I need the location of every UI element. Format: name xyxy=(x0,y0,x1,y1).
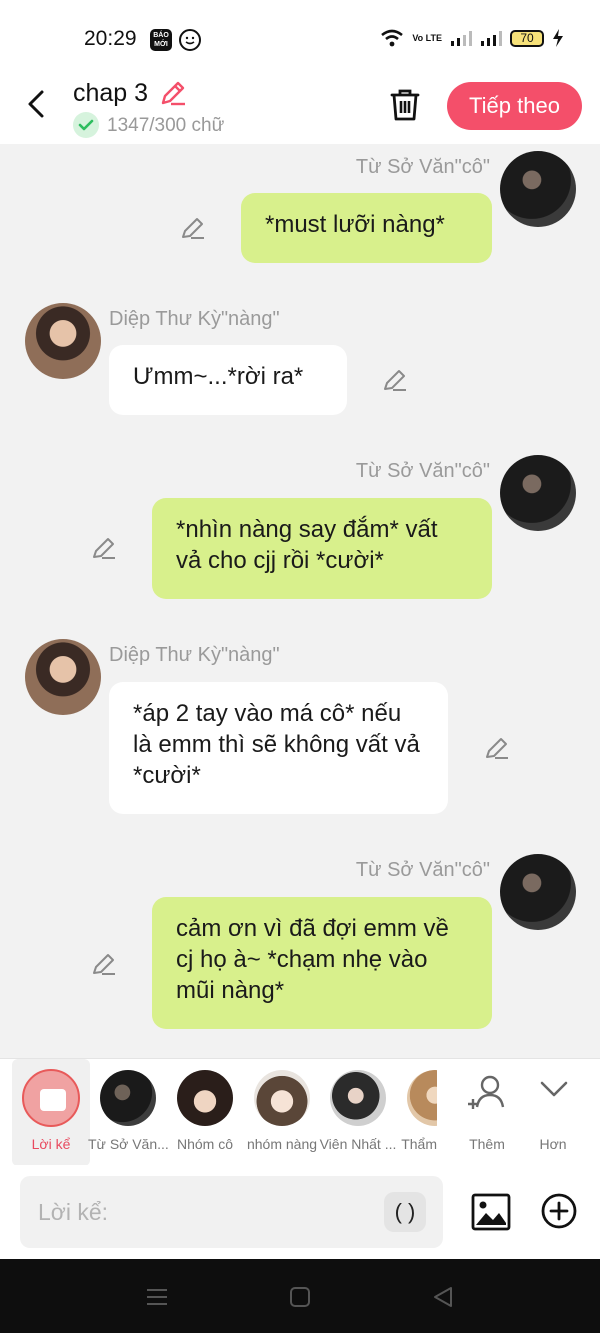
trash-icon xyxy=(390,89,420,121)
character-nhom-nang[interactable]: nhóm nàng xyxy=(242,1059,322,1166)
character-avatar xyxy=(100,1070,156,1126)
message-bubble[interactable]: cảm ơn vì đã đợi emm về cj họ à~ *chạm n… xyxy=(152,897,492,1029)
character-label: Viên Nhất ... xyxy=(319,1136,397,1152)
less-label: Hơn xyxy=(539,1136,567,1152)
character-tham[interactable]: Thẩm xyxy=(393,1059,437,1166)
status-icons: Vo LTE 70 xyxy=(380,28,564,48)
insert-image-button[interactable] xyxy=(471,1192,511,1232)
charging-icon xyxy=(553,29,563,47)
baomoi-app-icon: BÁO MỚI xyxy=(150,29,172,51)
pencil-icon xyxy=(486,738,508,759)
avatar-tu-so-van[interactable] xyxy=(500,854,576,930)
avatar-tu-so-van[interactable] xyxy=(500,151,576,227)
message-bubble[interactable]: *áp 2 tay vào má cô* nếu là emm thì sẽ k… xyxy=(109,682,448,814)
smile-notification-icon xyxy=(179,29,201,51)
character-label: Lời kể xyxy=(31,1136,71,1152)
nav-home-button[interactable] xyxy=(288,1285,312,1309)
character-vien-nhat[interactable]: Viên Nhất ... xyxy=(318,1059,398,1166)
pencil-icon xyxy=(93,538,115,559)
character-avatar xyxy=(177,1070,233,1126)
pencil-icon xyxy=(182,218,204,239)
message-sender: Diệp Thư Kỳ"nàng" xyxy=(109,644,280,666)
message-sender: Từ Sở Văn"cô" xyxy=(355,859,490,881)
character-label: Từ Sở Văn... xyxy=(88,1136,168,1152)
delete-button[interactable] xyxy=(386,86,424,124)
character-avatar xyxy=(254,1070,310,1126)
menu-icon xyxy=(147,1289,167,1305)
wifi-icon xyxy=(381,29,404,47)
chapter-title: chap 3 xyxy=(73,79,149,107)
signal-icon-2 xyxy=(481,31,502,46)
message-bubble[interactable]: Ưmm~...*rời ra* xyxy=(109,345,347,415)
next-button[interactable]: Tiếp theo xyxy=(447,82,582,130)
message-bubble[interactable]: *must lưỡi nàng* xyxy=(241,193,492,263)
battery-indicator: 70 xyxy=(510,29,544,47)
character-avatar xyxy=(330,1070,386,1126)
edit-title-button[interactable] xyxy=(158,78,188,108)
edit-message-button[interactable] xyxy=(483,734,511,762)
character-nhom-co[interactable]: Nhóm cô xyxy=(165,1059,245,1166)
character-label: nhóm nàng xyxy=(246,1136,318,1152)
back-triangle-icon xyxy=(434,1287,452,1307)
message-bubble[interactable]: *nhìn nàng say đắm* vất vả cho cjj rồi *… xyxy=(152,498,492,599)
message-sender: Diệp Thư Kỳ"nàng" xyxy=(109,308,280,330)
edit-message-button[interactable] xyxy=(90,950,118,978)
system-nav-bar xyxy=(0,1259,600,1333)
avatar-diep-thu-ky[interactable] xyxy=(25,303,101,379)
chevron-down-icon xyxy=(540,1081,568,1097)
nav-back-button[interactable] xyxy=(431,1285,455,1309)
volte-indicator: Vo LTE xyxy=(412,32,442,43)
editor-header: chap 3 1347/300 chữ Tiếp theo xyxy=(0,72,600,144)
message-sender: Từ Sở Văn"cô" xyxy=(355,156,490,178)
message-list: Từ Sở Văn"cô" *must lưỡi nàng* Diệp Thư … xyxy=(0,144,600,1058)
avatar-diep-thu-ky[interactable] xyxy=(25,639,101,715)
character-label: Thẩm xyxy=(401,1136,437,1152)
message-sender: Từ Sở Văn"cô" xyxy=(355,460,490,482)
edit-message-button[interactable] xyxy=(179,214,207,242)
character-avatar xyxy=(407,1070,437,1126)
composer: ( ) xyxy=(0,1165,600,1259)
parentheses-button[interactable]: ( ) xyxy=(384,1192,426,1232)
message-input[interactable] xyxy=(20,1176,443,1248)
character-tu-so-van[interactable]: Từ Sở Văn... xyxy=(88,1059,168,1166)
character-narrator[interactable]: Lời kể xyxy=(12,1059,90,1166)
pencil-icon xyxy=(384,370,406,391)
edit-message-button[interactable] xyxy=(381,366,409,394)
image-icon xyxy=(471,1193,511,1231)
avatar-tu-so-van[interactable] xyxy=(500,455,576,531)
character-selector: Lời kể Từ Sở Văn... Nhóm cô nhóm nàng Vi… xyxy=(0,1058,600,1166)
back-button[interactable] xyxy=(20,86,54,122)
add-button[interactable] xyxy=(540,1192,578,1230)
collapse-button[interactable]: Hơn xyxy=(513,1059,593,1166)
chevron-left-icon xyxy=(28,90,44,118)
home-square-icon xyxy=(290,1287,310,1307)
nav-menu-button[interactable] xyxy=(145,1285,169,1309)
add-user-icon xyxy=(468,1075,505,1109)
character-label: Nhóm cô xyxy=(176,1136,234,1152)
pencil-icon xyxy=(161,81,185,106)
status-bar: 20:29 BÁO MỚI Vo LTE 70 xyxy=(0,0,600,72)
word-count: 1347/300 chữ xyxy=(107,115,225,136)
check-icon xyxy=(73,112,99,138)
plus-circle-icon xyxy=(541,1193,577,1229)
status-time: 20:29 xyxy=(84,27,137,50)
edit-message-button[interactable] xyxy=(90,534,118,562)
narrator-icon xyxy=(22,1069,80,1127)
signal-icon xyxy=(451,31,472,46)
pencil-icon xyxy=(93,954,115,975)
